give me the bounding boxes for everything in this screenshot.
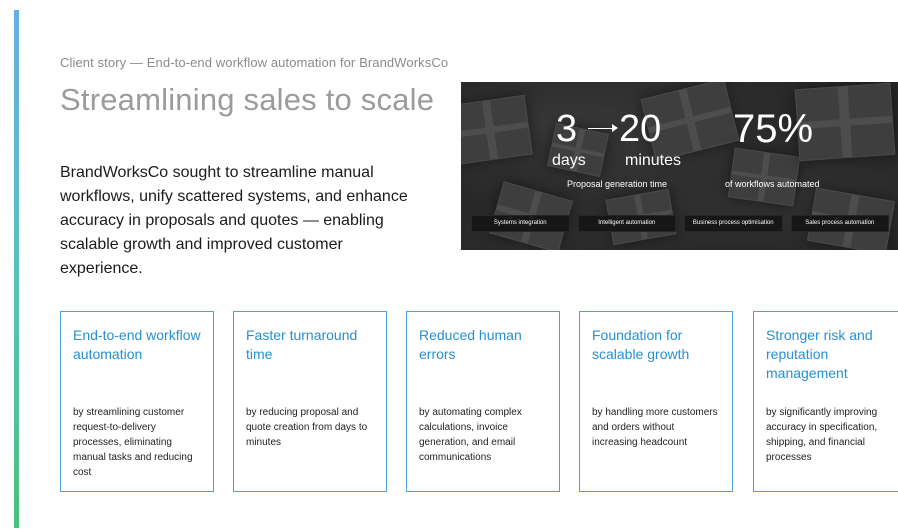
accent-bar	[14, 10, 19, 528]
client-story-eyebrow: Client story — End-to-end workflow autom…	[60, 55, 449, 70]
card-title: Stronger risk and reputation management	[766, 327, 873, 381]
stat-caption-proposal: Proposal generation time	[567, 179, 668, 189]
hero-stats-image: 3 20 days minutes Proposal generation ti…	[461, 82, 898, 250]
card-title: Reduced human errors	[419, 327, 522, 362]
intro-paragraph: BrandWorksCo sought to streamline manual…	[60, 164, 408, 277]
card-title: Foundation for scalable growth	[592, 327, 690, 362]
arrow-head-icon	[612, 124, 618, 132]
stat-to-unit: minutes	[625, 152, 682, 169]
benefit-card-workflow-automation: End-to-end workflow automation by stream…	[60, 311, 214, 492]
tag-sales-process-automation: Sales process automation	[790, 215, 889, 232]
tag-systems-integration: Systems integration	[471, 215, 570, 232]
card-title: Faster turnaround time	[246, 327, 358, 362]
benefit-card-turnaround-time: Faster turnaround time by reducing propo…	[233, 311, 387, 492]
card-body: by automating complex calculations, invo…	[419, 407, 522, 463]
tag-intelligent-automation: Intelligent automation	[577, 215, 676, 232]
benefit-card-scalable-growth: Foundation for scalable growth by handli…	[579, 311, 733, 492]
card-title: End-to-end workflow automation	[73, 327, 201, 362]
card-body: by reducing proposal and quote creation …	[246, 407, 368, 448]
stat-from-unit: days	[552, 152, 586, 169]
benefit-card-human-errors: Reduced human errors by automating compl…	[406, 311, 560, 492]
stat-percent-value: 75%	[733, 107, 814, 151]
tag-business-process-optimisation: Business process optimisation	[684, 215, 783, 232]
page-title: Streamlining sales to scale	[60, 82, 435, 117]
card-body: by handling more customers and orders wi…	[592, 407, 718, 448]
card-body: by streamlining customer request-to-deli…	[73, 407, 193, 478]
stat-caption-workflows: of workflows automated	[725, 179, 820, 189]
capability-tags: Systems integration Intelligent automati…	[471, 215, 889, 232]
benefit-card-risk-management: Stronger risk and reputation management …	[753, 311, 898, 492]
card-body: by significantly improving accuracy in s…	[766, 407, 878, 463]
stat-to-value: 20	[619, 108, 662, 150]
stat-from-value: 3	[556, 108, 578, 150]
